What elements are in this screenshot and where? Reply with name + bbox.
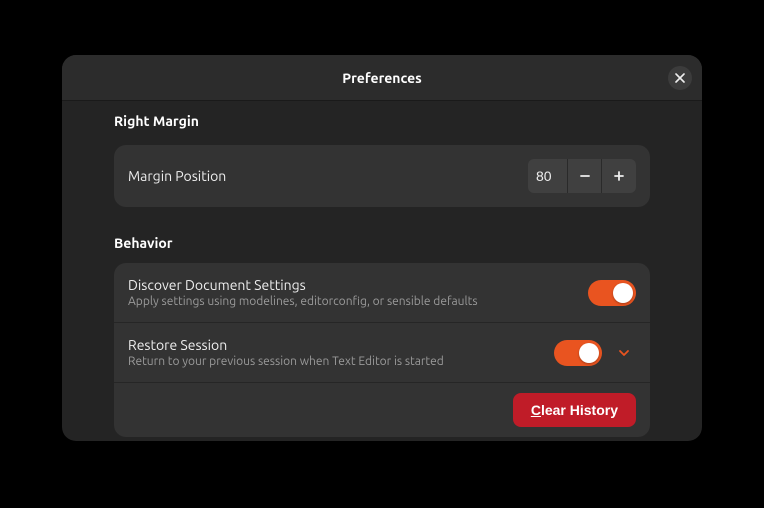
margin-position-label: Margin Position [128, 168, 528, 184]
chevron-down-icon [617, 346, 631, 360]
discover-settings-switch[interactable] [588, 280, 636, 306]
behavior-group: Discover Document Settings Apply setting… [114, 263, 650, 437]
clear-history-row: Clear History [114, 383, 650, 437]
restore-session-expander[interactable] [612, 341, 636, 365]
restore-session-switch[interactable] [554, 340, 602, 366]
clear-history-button[interactable]: Clear History [513, 393, 636, 427]
switch-knob [613, 283, 633, 303]
restore-session-title: Restore Session [128, 337, 554, 353]
titlebar: Preferences [62, 55, 702, 101]
window-title: Preferences [342, 70, 422, 86]
discover-settings-row: Discover Document Settings Apply setting… [114, 263, 650, 323]
preferences-window: Preferences Right Margin Margin Position [62, 55, 702, 441]
margin-position-spinbutton [528, 159, 636, 193]
minus-icon [579, 170, 591, 182]
preferences-body: Right Margin Margin Position Behavior [62, 101, 702, 441]
discover-settings-subtitle: Apply settings using modelines, editorco… [128, 295, 588, 308]
restore-session-subtitle: Return to your previous session when Tex… [128, 355, 554, 368]
restore-session-row: Restore Session Return to your previous … [114, 323, 650, 383]
discover-settings-title: Discover Document Settings [128, 277, 588, 293]
right-margin-heading: Right Margin [114, 113, 650, 129]
behavior-heading: Behavior [114, 235, 650, 251]
close-button[interactable] [668, 66, 692, 90]
clear-history-rest: lear History [541, 402, 618, 418]
switch-knob [579, 343, 599, 363]
close-icon [675, 73, 685, 83]
margin-position-row: Margin Position [114, 145, 650, 207]
margin-position-increment[interactable] [602, 159, 636, 193]
plus-icon [613, 170, 625, 182]
right-margin-group: Margin Position [114, 145, 650, 207]
margin-position-decrement[interactable] [568, 159, 602, 193]
margin-position-input[interactable] [528, 159, 568, 193]
clear-history-mnemonic: C [531, 402, 541, 418]
